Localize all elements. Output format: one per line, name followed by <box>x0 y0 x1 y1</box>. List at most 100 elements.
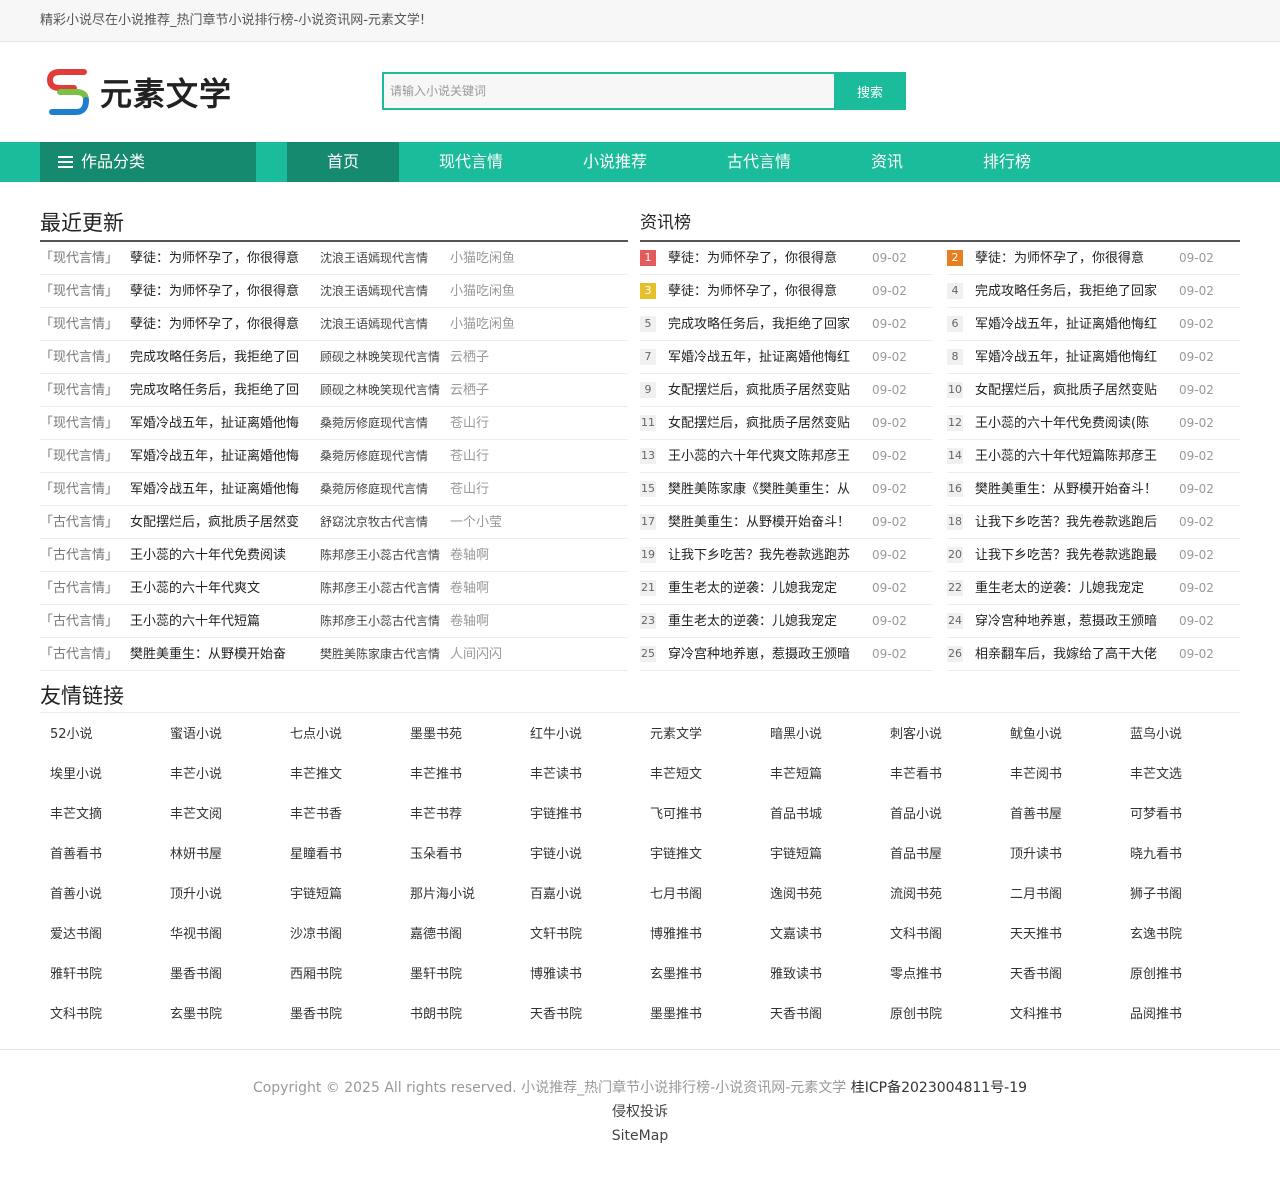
recent-category-link[interactable]: 「古代言情」 <box>40 506 130 538</box>
icp-link[interactable]: 桂ICP备2023004811号-19 <box>851 1080 1027 1096</box>
recent-author-link[interactable]: 顾砚之林晚笑现代言情 <box>320 341 444 373</box>
friend-link[interactable]: 暗黑小说 <box>760 715 880 755</box>
friend-link[interactable]: 丰芒读书 <box>520 755 640 795</box>
category-menu-button[interactable]: 作品分类 <box>40 142 256 182</box>
recent-category-link[interactable]: 「古代言情」 <box>40 572 130 604</box>
ranking-title-link[interactable]: 孽徒：为师怀孕了，你很得意 <box>668 242 864 274</box>
ranking-title-link[interactable]: 樊胜美重生：从野模开始奋斗！ <box>668 506 864 538</box>
friend-link[interactable]: 文轩书院 <box>520 915 640 955</box>
friend-link[interactable]: 嘉德书阁 <box>400 915 520 955</box>
friend-link[interactable]: 天香书院 <box>520 995 640 1035</box>
friend-link[interactable]: 玄墨书院 <box>160 995 280 1035</box>
friend-link[interactable]: 天香书阁 <box>760 995 880 1035</box>
recent-title-link[interactable]: 军婚冷战五年，扯证离婚他悔 <box>130 473 314 505</box>
recent-title-link[interactable]: 王小蕊的六十年代爽文 <box>130 572 314 604</box>
friend-link[interactable]: 52小说 <box>40 715 160 755</box>
friend-link[interactable]: 丰芒书香 <box>280 795 400 835</box>
friend-link[interactable]: 蓝鸟小说 <box>1120 715 1240 755</box>
friend-link[interactable]: 飞可推书 <box>640 795 760 835</box>
recent-author-link[interactable]: 陈邦彦王小蕊古代言情 <box>320 605 444 637</box>
friend-link[interactable]: 蜜语小说 <box>160 715 280 755</box>
recent-title-link[interactable]: 孽徒：为师怀孕了，你很得意 <box>130 308 314 340</box>
recent-category-link[interactable]: 「现代言情」 <box>40 242 130 274</box>
friend-link[interactable]: 西厢书院 <box>280 955 400 995</box>
friend-link[interactable]: 文嘉读书 <box>760 915 880 955</box>
recent-author-link[interactable]: 陈邦彦王小蕊古代言情 <box>320 572 444 604</box>
ranking-title-link[interactable]: 女配摆烂后，疯批质子居然变贴 <box>668 407 864 439</box>
friend-link[interactable]: 丰芒文选 <box>1120 755 1240 795</box>
friend-link[interactable]: 丰芒阅书 <box>1000 755 1120 795</box>
friend-link[interactable]: 林妍书屋 <box>160 835 280 875</box>
nav-item[interactable]: 资讯 <box>831 142 943 182</box>
ranking-title-link[interactable]: 让我下乡吃苦？我先卷款逃跑后 <box>975 506 1171 538</box>
friend-link[interactable]: 百嘉小说 <box>520 875 640 915</box>
nav-item[interactable]: 排行榜 <box>943 142 1071 182</box>
friend-link[interactable]: 宇链推文 <box>640 835 760 875</box>
friend-link[interactable]: 首善小说 <box>40 875 160 915</box>
nav-item[interactable]: 小说推荐 <box>543 142 687 182</box>
sitemap-link[interactable]: SiteMap <box>0 1124 1280 1148</box>
friend-link[interactable]: 可梦看书 <box>1120 795 1240 835</box>
ranking-title-link[interactable]: 军婚冷战五年，扯证离婚他悔红 <box>975 308 1171 340</box>
ranking-title-link[interactable]: 王小蕊的六十年代免费阅读(陈 <box>975 407 1171 439</box>
friend-link[interactable]: 原创书院 <box>880 995 1000 1035</box>
friend-link[interactable]: 丰芒短篇 <box>760 755 880 795</box>
friend-link[interactable]: 那片海小说 <box>400 875 520 915</box>
ranking-title-link[interactable]: 相亲翻车后，我嫁给了高干大佬 <box>975 638 1171 670</box>
recent-author-link[interactable]: 桑菀厉修庭现代言情 <box>320 473 444 505</box>
friend-link[interactable]: 雅致读书 <box>760 955 880 995</box>
friend-link[interactable]: 丰芒短文 <box>640 755 760 795</box>
friend-link[interactable]: 首善看书 <box>40 835 160 875</box>
friend-link[interactable]: 二月书阁 <box>1000 875 1120 915</box>
recent-category-link[interactable]: 「现代言情」 <box>40 341 130 373</box>
ranking-title-link[interactable]: 重生老太的逆袭：儿媳我宠定 <box>668 605 864 637</box>
recent-title-link[interactable]: 完成攻略任务后，我拒绝了回 <box>130 341 314 373</box>
friend-link[interactable]: 埃里小说 <box>40 755 160 795</box>
ranking-title-link[interactable]: 重生老太的逆袭：儿媳我宠定 <box>668 572 864 604</box>
recent-author-link[interactable]: 沈浪王语嫣现代言情 <box>320 275 444 307</box>
friend-link[interactable]: 墨香书院 <box>280 995 400 1035</box>
recent-author-link[interactable]: 沈浪王语嫣现代言情 <box>320 308 444 340</box>
search-button[interactable]: 搜索 <box>834 72 906 110</box>
ranking-title-link[interactable]: 让我下乡吃苦？我先卷款逃跑最 <box>975 539 1171 571</box>
friend-link[interactable]: 天天推书 <box>1000 915 1120 955</box>
friend-link[interactable]: 星瞳看书 <box>280 835 400 875</box>
recent-category-link[interactable]: 「古代言情」 <box>40 539 130 571</box>
nav-item[interactable]: 古代言情 <box>687 142 831 182</box>
recent-category-link[interactable]: 「现代言情」 <box>40 275 130 307</box>
friend-link[interactable]: 宇链短篇 <box>760 835 880 875</box>
friend-link[interactable]: 雅轩书院 <box>40 955 160 995</box>
friend-link[interactable]: 玄墨推书 <box>640 955 760 995</box>
friend-link[interactable]: 华视书阁 <box>160 915 280 955</box>
friend-link[interactable]: 墨香书阁 <box>160 955 280 995</box>
friend-link[interactable]: 狮子书阁 <box>1120 875 1240 915</box>
friend-link[interactable]: 天香书阁 <box>1000 955 1120 995</box>
site-logo[interactable]: 元素文学 <box>44 62 232 122</box>
ranking-title-link[interactable]: 女配摆烂后，疯批质子居然变贴 <box>668 374 864 406</box>
friend-link[interactable]: 品阅推书 <box>1120 995 1240 1035</box>
ranking-title-link[interactable]: 王小蕊的六十年代短篇陈邦彦王 <box>975 440 1171 472</box>
friend-link[interactable]: 爱达书阁 <box>40 915 160 955</box>
ranking-title-link[interactable]: 重生老太的逆袭：儿媳我宠定 <box>975 572 1171 604</box>
ranking-title-link[interactable]: 孽徒：为师怀孕了，你很得意 <box>668 275 864 307</box>
recent-title-link[interactable]: 军婚冷战五年，扯证离婚他悔 <box>130 440 314 472</box>
recent-title-link[interactable]: 军婚冷战五年，扯证离婚他悔 <box>130 407 314 439</box>
friend-link[interactable]: 玉朵看书 <box>400 835 520 875</box>
recent-title-link[interactable]: 王小蕊的六十年代短篇 <box>130 605 314 637</box>
recent-title-link[interactable]: 孽徒：为师怀孕了，你很得意 <box>130 242 314 274</box>
ranking-title-link[interactable]: 让我下乡吃苦？我先卷款逃跑苏 <box>668 539 864 571</box>
ranking-title-link[interactable]: 军婚冷战五年，扯证离婚他悔红 <box>975 341 1171 373</box>
friend-link[interactable]: 博雅推书 <box>640 915 760 955</box>
friend-link[interactable]: 鱿鱼小说 <box>1000 715 1120 755</box>
friend-link[interactable]: 逸阅书苑 <box>760 875 880 915</box>
ranking-title-link[interactable]: 穿冷宫种地养崽，惹摄政王颁暗 <box>668 638 864 670</box>
friend-link[interactable]: 丰芒文摘 <box>40 795 160 835</box>
recent-author-link[interactable]: 舒窈沈京牧古代言情 <box>320 506 444 538</box>
search-input[interactable] <box>382 72 834 110</box>
friend-link[interactable]: 首善书屋 <box>1000 795 1120 835</box>
friend-link[interactable]: 丰芒书荐 <box>400 795 520 835</box>
recent-category-link[interactable]: 「现代言情」 <box>40 407 130 439</box>
report-link[interactable]: 侵权投诉 <box>0 1100 1280 1124</box>
friend-link[interactable]: 博雅读书 <box>520 955 640 995</box>
friend-link[interactable]: 零点推书 <box>880 955 1000 995</box>
